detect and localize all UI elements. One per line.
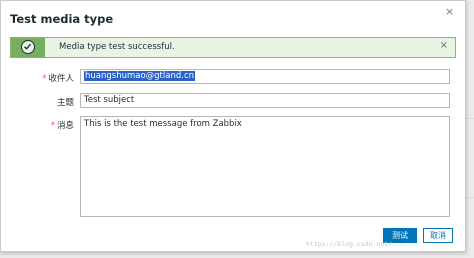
message-textarea[interactable]: This is the test message from Zabbix — [80, 116, 450, 217]
dialog-close-button[interactable]: × — [445, 6, 454, 18]
success-message: Media type test successful. × — [10, 37, 456, 58]
dialog-title: Test media type — [10, 12, 114, 26]
message-close-button[interactable]: × — [440, 40, 448, 52]
recipient-input[interactable]: huangshumao@gtland.cn — [80, 69, 450, 84]
recipient-label-text: 收件人 — [48, 74, 74, 84]
subject-input[interactable]: Test subject — [80, 93, 450, 108]
message-label: * 消息 — [10, 119, 74, 131]
recipient-label: * 收件人 — [10, 72, 74, 84]
message-icon-container — [11, 38, 45, 57]
cancel-button[interactable]: 取消 — [423, 228, 453, 243]
message-value: This is the test message from Zabbix — [84, 119, 242, 129]
message-text: Media type test successful. — [59, 42, 175, 52]
check-circle-icon — [21, 40, 35, 54]
subject-label-text: 主题 — [56, 98, 74, 108]
recipient-value: huangshumao@gtland.cn — [84, 71, 196, 81]
required-marker: * — [50, 121, 55, 131]
required-marker: * — [42, 74, 47, 84]
test-media-type-dialog: Test media type × Media type test succes… — [0, 0, 466, 252]
subject-label: 主题 — [10, 96, 74, 108]
watermark: https://blog.csdn.net/... — [306, 240, 404, 248]
message-label-text: 消息 — [56, 121, 74, 131]
subject-value: Test subject — [84, 95, 135, 105]
